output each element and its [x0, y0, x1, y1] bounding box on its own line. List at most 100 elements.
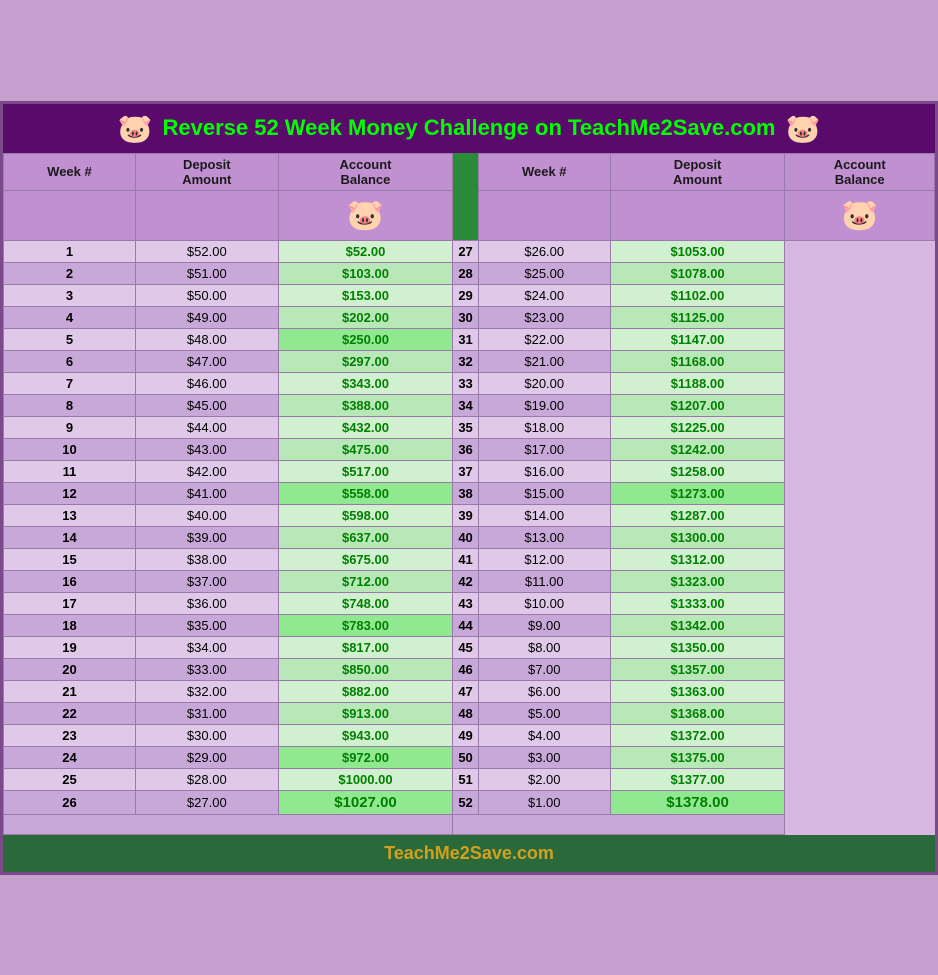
left-deposit: $31.00 — [135, 702, 278, 724]
left-week-num: 19 — [4, 636, 136, 658]
left-balance: $637.00 — [278, 526, 453, 548]
left-balance: $913.00 — [278, 702, 453, 724]
table-row: 25 $28.00 $1000.00 51 $2.00 $1377.00 — [4, 768, 935, 790]
left-week-num: 26 — [4, 790, 136, 814]
right-deposit: $16.00 — [478, 460, 610, 482]
left-week-num: 12 — [4, 482, 136, 504]
left-week-num: 24 — [4, 746, 136, 768]
table-row: 2 $51.00 $103.00 28 $25.00 $1078.00 — [4, 262, 935, 284]
left-deposit: $38.00 — [135, 548, 278, 570]
left-deposit: $47.00 — [135, 350, 278, 372]
right-deposit: $20.00 — [478, 372, 610, 394]
right-week-num: 37 — [453, 460, 478, 482]
left-balance-pig-cell: 🐷 — [278, 190, 453, 240]
left-deposit: $29.00 — [135, 746, 278, 768]
left-balance: $153.00 — [278, 284, 453, 306]
right-deposit: $23.00 — [478, 306, 610, 328]
left-week-num: 11 — [4, 460, 136, 482]
footer-spacer-row — [4, 814, 935, 834]
right-balance: $1378.00 — [610, 790, 785, 814]
right-deposit: $6.00 — [478, 680, 610, 702]
right-balance: $1323.00 — [610, 570, 785, 592]
left-balance: $748.00 — [278, 592, 453, 614]
table-row: 22 $31.00 $913.00 48 $5.00 $1368.00 — [4, 702, 935, 724]
right-balance-header: AccountBalance — [785, 153, 935, 190]
left-balance: $388.00 — [278, 394, 453, 416]
divider-header — [453, 153, 478, 240]
right-deposit: $13.00 — [478, 526, 610, 548]
right-week-num: 29 — [453, 284, 478, 306]
left-week-num: 3 — [4, 284, 136, 306]
table-row: 10 $43.00 $475.00 36 $17.00 $1242.00 — [4, 438, 935, 460]
right-week-num: 40 — [453, 526, 478, 548]
right-week-num: 31 — [453, 328, 478, 350]
left-balance-header: AccountBalance — [278, 153, 453, 190]
left-balance: $598.00 — [278, 504, 453, 526]
right-balance: $1368.00 — [610, 702, 785, 724]
right-week-num: 30 — [453, 306, 478, 328]
right-deposit: $10.00 — [478, 592, 610, 614]
left-balance: $475.00 — [278, 438, 453, 460]
left-deposit: $30.00 — [135, 724, 278, 746]
left-week-num: 16 — [4, 570, 136, 592]
right-balance: $1287.00 — [610, 504, 785, 526]
left-week-num: 9 — [4, 416, 136, 438]
table-row: 19 $34.00 $817.00 45 $8.00 $1350.00 — [4, 636, 935, 658]
left-balance: $882.00 — [278, 680, 453, 702]
left-deposit: $46.00 — [135, 372, 278, 394]
column-header-row: Week # DepositAmount AccountBalance Week… — [4, 153, 935, 190]
right-deposit: $19.00 — [478, 394, 610, 416]
left-deposit: $40.00 — [135, 504, 278, 526]
right-week-num: 39 — [453, 504, 478, 526]
challenge-table: Week # DepositAmount AccountBalance Week… — [3, 153, 935, 835]
right-deposit: $18.00 — [478, 416, 610, 438]
left-pig-icon: 🐷 — [347, 199, 384, 232]
table-body: 1 $52.00 $52.00 27 $26.00 $1053.00 2 $51… — [4, 240, 935, 814]
left-deposit: $32.00 — [135, 680, 278, 702]
left-week-num: 4 — [4, 306, 136, 328]
table-row: 6 $47.00 $297.00 32 $21.00 $1168.00 — [4, 350, 935, 372]
right-week-num: 48 — [453, 702, 478, 724]
left-week-pig-cell — [4, 190, 136, 240]
right-deposit: $15.00 — [478, 482, 610, 504]
left-deposit: $50.00 — [135, 284, 278, 306]
table-row: 15 $38.00 $675.00 41 $12.00 $1312.00 — [4, 548, 935, 570]
right-week-num: 44 — [453, 614, 478, 636]
left-deposit: $27.00 — [135, 790, 278, 814]
right-week-num: 34 — [453, 394, 478, 416]
left-week-num: 22 — [4, 702, 136, 724]
right-balance: $1375.00 — [610, 746, 785, 768]
left-week-num: 18 — [4, 614, 136, 636]
right-week-num: 36 — [453, 438, 478, 460]
right-week-num: 33 — [453, 372, 478, 394]
left-balance: $297.00 — [278, 350, 453, 372]
table-row: 11 $42.00 $517.00 37 $16.00 $1258.00 — [4, 460, 935, 482]
right-balance: $1273.00 — [610, 482, 785, 504]
left-week-num: 20 — [4, 658, 136, 680]
right-pig-icon: 🐷 — [841, 199, 878, 232]
right-balance: $1225.00 — [610, 416, 785, 438]
right-deposit: $26.00 — [478, 240, 610, 262]
table-row: 1 $52.00 $52.00 27 $26.00 $1053.00 — [4, 240, 935, 262]
pig-right-icon: 🐷 — [786, 112, 821, 145]
right-balance: $1312.00 — [610, 548, 785, 570]
right-balance: $1372.00 — [610, 724, 785, 746]
right-balance: $1350.00 — [610, 636, 785, 658]
right-week-num: 45 — [453, 636, 478, 658]
right-balance: $1342.00 — [610, 614, 785, 636]
right-week-num: 42 — [453, 570, 478, 592]
table-row: 23 $30.00 $943.00 49 $4.00 $1372.00 — [4, 724, 935, 746]
table-row: 18 $35.00 $783.00 44 $9.00 $1342.00 — [4, 614, 935, 636]
left-week-num: 6 — [4, 350, 136, 372]
left-week-num: 25 — [4, 768, 136, 790]
left-week-num: 7 — [4, 372, 136, 394]
left-week-num: 13 — [4, 504, 136, 526]
right-deposit: $3.00 — [478, 746, 610, 768]
left-deposit: $37.00 — [135, 570, 278, 592]
left-deposit: $52.00 — [135, 240, 278, 262]
table-row: 7 $46.00 $343.00 33 $20.00 $1188.00 — [4, 372, 935, 394]
table-row: 13 $40.00 $598.00 39 $14.00 $1287.00 — [4, 504, 935, 526]
right-deposit-header: DepositAmount — [610, 153, 785, 190]
left-deposit: $35.00 — [135, 614, 278, 636]
table-row: 24 $29.00 $972.00 50 $3.00 $1375.00 — [4, 746, 935, 768]
